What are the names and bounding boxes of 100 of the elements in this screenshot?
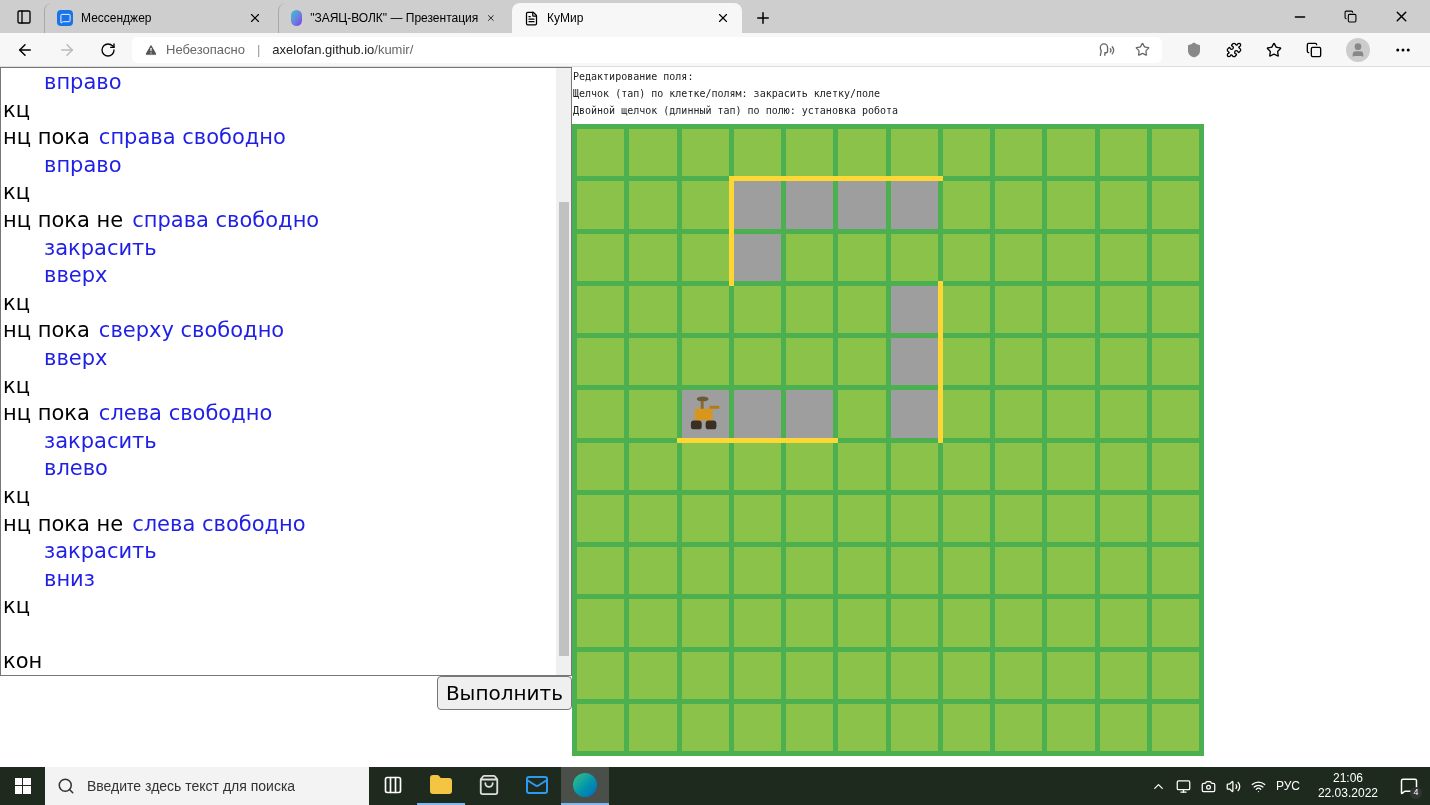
field-cell[interactable] bbox=[1151, 651, 1199, 699]
field-cell[interactable] bbox=[1099, 181, 1147, 229]
field-cell[interactable] bbox=[786, 494, 834, 542]
field-cell[interactable] bbox=[733, 703, 781, 751]
field-cell[interactable] bbox=[786, 181, 834, 229]
field-cell[interactable] bbox=[1099, 285, 1147, 333]
field-cell[interactable] bbox=[577, 651, 625, 699]
field-cell[interactable] bbox=[1099, 547, 1147, 595]
field-cell[interactable] bbox=[838, 285, 886, 333]
field-cell[interactable] bbox=[629, 338, 677, 386]
field-cell[interactable] bbox=[838, 599, 886, 647]
field-cell[interactable] bbox=[942, 494, 990, 542]
field-cell[interactable] bbox=[577, 233, 625, 281]
monitor-icon[interactable] bbox=[1175, 778, 1191, 794]
field-cell[interactable] bbox=[733, 651, 781, 699]
field-cell[interactable] bbox=[838, 494, 886, 542]
field-cell[interactable] bbox=[681, 338, 729, 386]
field-cell[interactable] bbox=[786, 547, 834, 595]
field-cell[interactable] bbox=[786, 129, 834, 177]
field-cell[interactable] bbox=[681, 547, 729, 595]
field-cell[interactable] bbox=[890, 181, 938, 229]
field-cell[interactable] bbox=[733, 181, 781, 229]
browser-tab[interactable]: КуМир bbox=[512, 3, 742, 33]
camera-icon[interactable] bbox=[1200, 778, 1216, 794]
field-cell[interactable] bbox=[1099, 129, 1147, 177]
favorites-icon[interactable] bbox=[1266, 41, 1282, 58]
field-cell[interactable] bbox=[681, 599, 729, 647]
field-cell[interactable] bbox=[786, 390, 834, 438]
field-cell[interactable] bbox=[838, 233, 886, 281]
field-cell[interactable] bbox=[786, 338, 834, 386]
field-cell[interactable] bbox=[733, 338, 781, 386]
field-cell[interactable] bbox=[786, 442, 834, 490]
robot-field[interactable] bbox=[572, 124, 1204, 756]
field-cell[interactable] bbox=[1047, 651, 1095, 699]
task-view-icon[interactable] bbox=[383, 775, 403, 795]
field-cell[interactable] bbox=[942, 442, 990, 490]
field-cell[interactable] bbox=[629, 129, 677, 177]
field-cell[interactable] bbox=[629, 651, 677, 699]
field-cell[interactable] bbox=[1047, 390, 1095, 438]
field-cell[interactable] bbox=[681, 181, 729, 229]
mail-icon[interactable] bbox=[525, 773, 549, 797]
field-cell[interactable] bbox=[838, 703, 886, 751]
field-cell[interactable] bbox=[838, 547, 886, 595]
field-cell[interactable] bbox=[942, 233, 990, 281]
field-cell[interactable] bbox=[629, 442, 677, 490]
field-cell[interactable] bbox=[890, 129, 938, 177]
field-cell[interactable] bbox=[838, 651, 886, 699]
field-cell[interactable] bbox=[1047, 129, 1095, 177]
field-cell[interactable] bbox=[629, 390, 677, 438]
store-icon[interactable] bbox=[478, 774, 500, 796]
field-cell[interactable] bbox=[577, 181, 625, 229]
code-editor[interactable] bbox=[0, 67, 572, 676]
field-cell[interactable] bbox=[1047, 599, 1095, 647]
field-cell[interactable] bbox=[577, 599, 625, 647]
field-cell[interactable] bbox=[1099, 233, 1147, 281]
field-cell[interactable] bbox=[681, 129, 729, 177]
field-cell[interactable] bbox=[629, 494, 677, 542]
field-cell[interactable] bbox=[733, 390, 781, 438]
field-cell[interactable] bbox=[995, 233, 1043, 281]
field-cell[interactable] bbox=[890, 390, 938, 438]
field-cell[interactable] bbox=[1047, 494, 1095, 542]
extensions-icon[interactable] bbox=[1226, 41, 1242, 58]
field-cell[interactable] bbox=[942, 599, 990, 647]
field-cell[interactable] bbox=[890, 338, 938, 386]
notifications-button[interactable]: 4 bbox=[1396, 773, 1422, 799]
field-cell[interactable] bbox=[1047, 233, 1095, 281]
field-cell[interactable] bbox=[577, 703, 625, 751]
shield-icon[interactable] bbox=[1186, 41, 1202, 58]
field-cell[interactable] bbox=[942, 338, 990, 386]
field-cell[interactable] bbox=[1047, 285, 1095, 333]
field-cell[interactable] bbox=[995, 442, 1043, 490]
field-cell[interactable] bbox=[577, 494, 625, 542]
scrollbar-thumb[interactable] bbox=[558, 202, 569, 656]
close-icon[interactable] bbox=[248, 11, 262, 25]
field-cell[interactable] bbox=[1047, 338, 1095, 386]
field-cell[interactable] bbox=[733, 129, 781, 177]
field-cell[interactable] bbox=[1151, 599, 1199, 647]
folder-icon[interactable] bbox=[429, 773, 453, 797]
field-cell[interactable] bbox=[1151, 390, 1199, 438]
field-cell[interactable] bbox=[629, 703, 677, 751]
field-cell[interactable] bbox=[681, 494, 729, 542]
field-cell[interactable] bbox=[577, 285, 625, 333]
field-cell[interactable] bbox=[629, 181, 677, 229]
field-cell[interactable] bbox=[577, 129, 625, 177]
field-cell[interactable] bbox=[1151, 129, 1199, 177]
read-aloud-icon[interactable] bbox=[1099, 41, 1115, 58]
field-cell[interactable] bbox=[942, 547, 990, 595]
field-cell[interactable] bbox=[786, 285, 834, 333]
field-cell[interactable] bbox=[1151, 547, 1199, 595]
field-cell[interactable] bbox=[995, 651, 1043, 699]
field-cell[interactable] bbox=[942, 390, 990, 438]
field-cell[interactable] bbox=[1151, 494, 1199, 542]
wifi-icon[interactable] bbox=[1250, 778, 1266, 794]
field-cell[interactable] bbox=[577, 442, 625, 490]
field-cell[interactable] bbox=[1099, 494, 1147, 542]
field-cell[interactable] bbox=[995, 285, 1043, 333]
field-cell[interactable] bbox=[629, 547, 677, 595]
field-cell[interactable] bbox=[995, 599, 1043, 647]
clock[interactable]: 21:06 22.03.2022 bbox=[1309, 771, 1386, 801]
field-cell[interactable] bbox=[995, 703, 1043, 751]
